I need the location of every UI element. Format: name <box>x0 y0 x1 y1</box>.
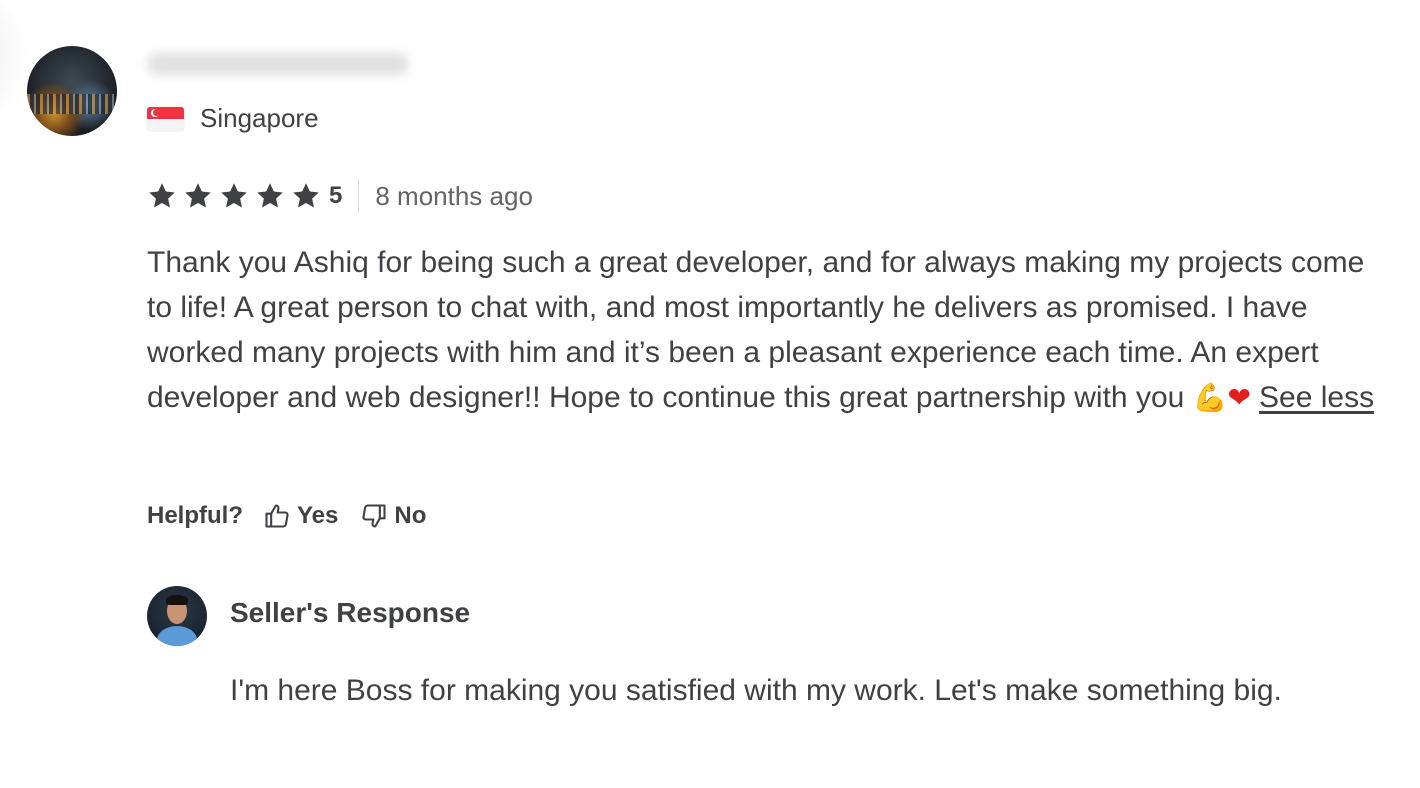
star-rating <box>147 181 321 211</box>
reviewer-username-blurred <box>147 53 409 75</box>
star-icon <box>221 183 247 208</box>
reviewer-avatar[interactable] <box>27 46 117 136</box>
star-icon <box>185 183 211 208</box>
helpful-row: Helpful? Yes No <box>147 498 448 534</box>
helpful-yes-button[interactable]: Yes <box>263 502 338 530</box>
avatar-image <box>27 94 117 114</box>
thumbs-up-icon <box>265 504 289 528</box>
star-icon <box>149 183 175 208</box>
review-text: Thank you Ashiq for being such a great d… <box>147 240 1377 420</box>
review-time: 8 months ago <box>375 180 533 211</box>
yes-label: Yes <box>297 502 339 529</box>
star-icon <box>293 183 319 208</box>
seller-response-text: I'm here Boss for making you satisfied w… <box>230 674 1282 707</box>
reviewer-country: Singapore <box>200 103 319 133</box>
rating-row: 5 8 months ago <box>147 178 533 214</box>
review-card: Singapore 5 8 months ago Thank you Ashiq… <box>0 0 1420 788</box>
see-less-link[interactable]: See less <box>1259 381 1374 414</box>
review-body: Thank you Ashiq for being such a great d… <box>147 246 1365 414</box>
seller-avatar[interactable] <box>147 586 207 646</box>
star-icon <box>257 183 283 208</box>
flexed-biceps-icon: 💪 <box>1192 381 1228 414</box>
helpful-no-button[interactable]: No <box>360 502 426 530</box>
no-label: No <box>394 502 427 529</box>
singapore-flag-icon <box>147 107 184 131</box>
thumbs-down-icon <box>362 504 386 528</box>
rating-value: 5 <box>329 182 343 209</box>
seller-response-title: Seller's Response <box>230 597 471 628</box>
red-heart-icon: ❤ <box>1227 381 1252 414</box>
helpful-label: Helpful? <box>147 502 243 529</box>
divider <box>358 179 360 213</box>
